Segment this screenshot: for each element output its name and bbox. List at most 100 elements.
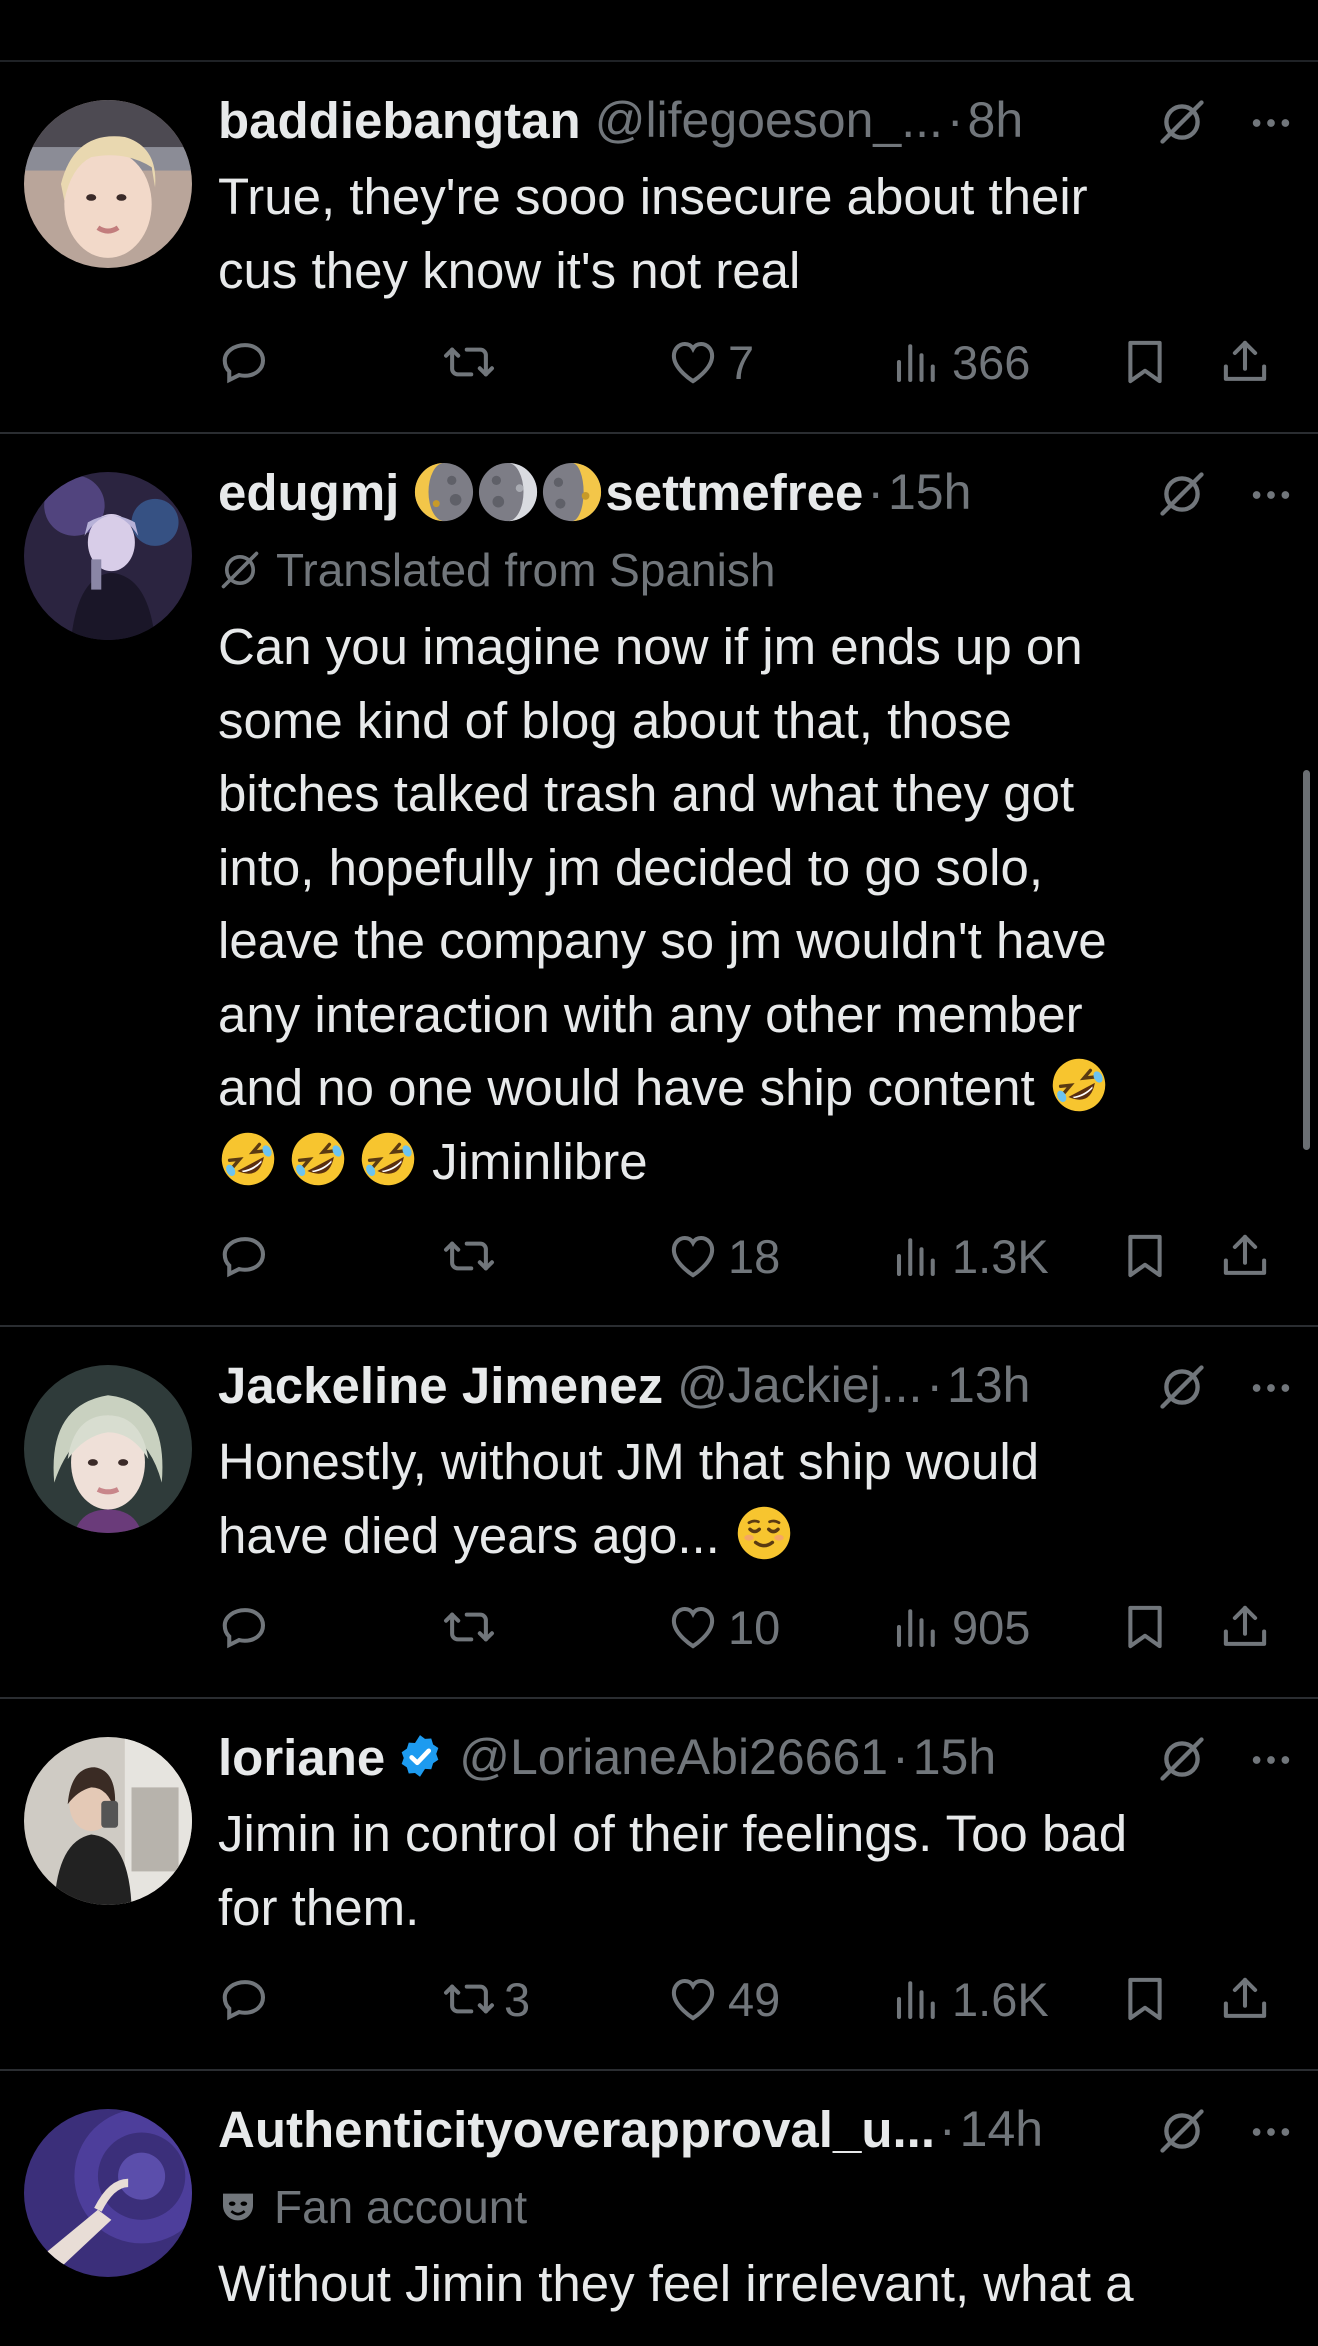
timestamp[interactable]: 15h xyxy=(888,463,971,521)
views-button[interactable]: 1.6K xyxy=(890,1967,1049,2031)
bookmark-icon xyxy=(1118,1972,1172,2026)
views-icon xyxy=(890,1972,944,2026)
views-button[interactable]: 905 xyxy=(890,1595,1030,1659)
tweet[interactable]: Jackeline Jimenez @Jackiej... · 13h Hone… xyxy=(0,1327,1318,1699)
reply-button[interactable] xyxy=(218,330,280,394)
separator-dot: · xyxy=(867,464,884,520)
username[interactable]: @lifegoeson_... xyxy=(595,91,943,149)
retweet-button[interactable] xyxy=(442,1595,504,1659)
avatar[interactable] xyxy=(24,1365,192,1533)
bookmark-button[interactable] xyxy=(1118,1224,1172,1288)
like-button[interactable]: 10 xyxy=(666,1595,780,1659)
tweet[interactable]: loriane @LorianeAbi26661 · 15h Jimin in … xyxy=(0,1699,1318,2071)
bookmark-button[interactable] xyxy=(1118,330,1172,394)
tweet-text-line: Honestly, without JM that ship would xyxy=(218,1433,1040,1490)
share-icon xyxy=(1218,1600,1272,1654)
more-icon[interactable] xyxy=(1248,1737,1294,1783)
tweet-text-segment: and no one would have ship content xyxy=(218,1059,1035,1116)
tweet-text-line: and no one would have ship content xyxy=(218,1051,1258,1125)
like-icon xyxy=(666,335,720,389)
translated-label[interactable]: Translated from Spanish xyxy=(218,538,775,602)
avatar[interactable] xyxy=(24,2109,192,2277)
display-name[interactable]: loriane xyxy=(218,1728,385,1787)
grok-icon[interactable] xyxy=(1156,96,1208,148)
reply-button[interactable] xyxy=(218,1967,280,2031)
avatar[interactable] xyxy=(24,1737,192,1905)
share-button[interactable] xyxy=(1218,1967,1272,2031)
bookmark-button[interactable] xyxy=(1118,1967,1172,2031)
timestamp[interactable]: 13h xyxy=(947,1356,1030,1414)
avatar[interactable] xyxy=(24,472,192,640)
like-button[interactable]: 18 xyxy=(666,1224,780,1288)
more-icon[interactable] xyxy=(1248,100,1294,146)
more-icon[interactable] xyxy=(1248,2109,1294,2155)
tweet-text: Without Jimin they feel irrelevant, what… xyxy=(218,2247,1258,2321)
username[interactable]: @Jackiej... xyxy=(677,1356,922,1414)
bookmark-button[interactable] xyxy=(1118,1595,1172,1659)
tweet-header: baddiebangtan @lifegoeson_... · 8h xyxy=(218,88,1294,152)
hashtag-text: Jiminlibre xyxy=(432,1132,648,1190)
avatar[interactable] xyxy=(24,100,192,268)
display-name[interactable]: baddiebangtan xyxy=(218,91,581,150)
timestamp[interactable]: 8h xyxy=(968,91,1024,149)
more-icon[interactable] xyxy=(1248,472,1294,518)
grok-icon[interactable] xyxy=(1156,1733,1208,1785)
like-button[interactable]: 49 xyxy=(666,1967,780,2031)
like-icon xyxy=(666,1972,720,2026)
views-button[interactable]: 366 xyxy=(890,330,1030,394)
username[interactable]: @LorianeAbi26661 xyxy=(459,1728,888,1786)
reply-button[interactable] xyxy=(218,1224,280,1288)
reply-button[interactable] xyxy=(218,1595,280,1659)
like-count: 10 xyxy=(728,1600,781,1654)
like-button[interactable]: 7 xyxy=(666,330,754,394)
like-count: 18 xyxy=(728,1229,781,1283)
like-icon xyxy=(666,1229,720,1283)
timestamp[interactable]: 14h xyxy=(960,2100,1043,2158)
reply-icon xyxy=(218,1600,272,1654)
retweet-button[interactable]: 3 xyxy=(442,1967,530,2031)
share-button[interactable] xyxy=(1218,1224,1272,1288)
share-icon xyxy=(1218,1229,1272,1283)
tweet-text-line: some kind of blog about that, those xyxy=(218,691,1012,749)
action-bar: 18 1.3K xyxy=(218,1224,1298,1288)
tweet[interactable]: edugmj settmefree · 15h Translated from … xyxy=(0,434,1318,1327)
rofl-emoji xyxy=(358,1129,418,1189)
verified-badge-icon[interactable] xyxy=(395,1732,445,1782)
retweet-button[interactable] xyxy=(442,330,504,394)
rofl-emoji xyxy=(218,1129,278,1189)
grok-icon[interactable] xyxy=(1156,468,1208,520)
timestamp[interactable]: 15h xyxy=(913,1728,996,1786)
moon-emoji xyxy=(477,461,539,523)
scrollbar[interactable] xyxy=(1303,770,1310,1150)
translate-icon xyxy=(218,548,262,592)
bookmark-icon xyxy=(1118,1600,1172,1654)
share-icon xyxy=(1218,1972,1272,2026)
share-button[interactable] xyxy=(1218,1595,1272,1659)
display-name[interactable]: Authenticityoverapproval_u... xyxy=(218,2100,935,2159)
fan-account-label: Fan account xyxy=(218,2175,527,2239)
relieved-emoji xyxy=(734,1503,794,1563)
grok-icon[interactable] xyxy=(1156,2105,1208,2157)
tweet-text: True, they're sooo insecure about their … xyxy=(218,160,1258,307)
tweet[interactable]: baddiebangtan @lifegoeson_... · 8h True,… xyxy=(0,62,1318,434)
more-icon[interactable] xyxy=(1248,1365,1294,1411)
retweet-button[interactable] xyxy=(442,1224,504,1288)
tweet-header: edugmj settmefree · 15h xyxy=(218,460,1294,524)
views-button[interactable]: 1.3K xyxy=(890,1224,1049,1288)
tweet[interactable]: Authenticityoverapproval_u... · 14h Fan … xyxy=(0,2071,1318,2346)
tweet-header: Jackeline Jimenez @Jackiej... · 13h xyxy=(218,1353,1294,1417)
share-button[interactable] xyxy=(1218,330,1272,394)
views-count: 905 xyxy=(952,1600,1031,1654)
tweet-text-line: Jimin in control of their feelings. Too … xyxy=(218,1805,1128,1862)
rofl-emoji xyxy=(288,1129,348,1189)
tweet-text-line: into, hopefully jm decided to go solo, xyxy=(218,838,1044,896)
display-name-suffix[interactable]: settmefree xyxy=(605,463,863,522)
display-name[interactable]: edugmj xyxy=(218,463,399,522)
tweet-text-line: True, they're sooo insecure about their xyxy=(218,168,1088,225)
display-name[interactable]: Jackeline Jimenez xyxy=(218,1356,663,1415)
grok-icon[interactable] xyxy=(1156,1361,1208,1413)
bookmark-icon xyxy=(1118,1229,1172,1283)
tweet-text-line: have died years ago... xyxy=(218,1499,1258,1573)
share-icon xyxy=(1218,335,1272,389)
tweet-text-line: any interaction with any other member xyxy=(218,985,1083,1043)
